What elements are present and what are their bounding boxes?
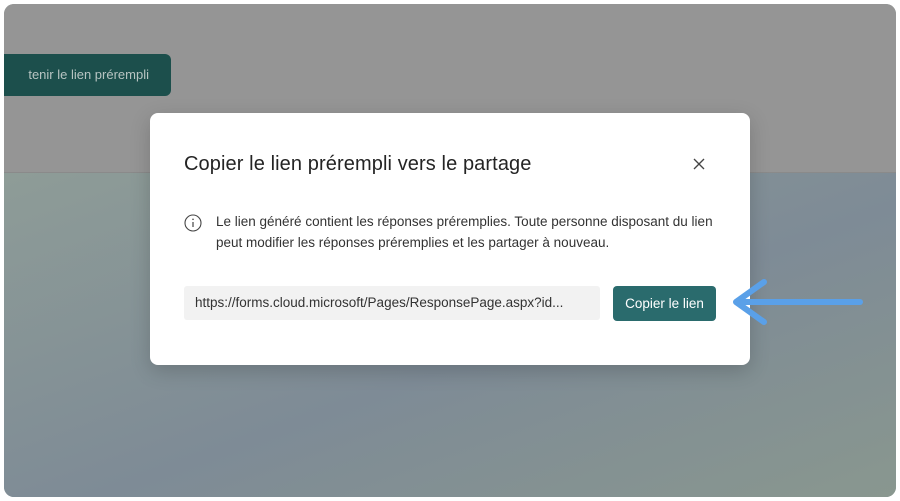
info-message: Le lien généré contient les réponses pré…	[216, 214, 713, 250]
get-prefilled-link-button[interactable]: tenir le lien prérempli	[4, 54, 171, 96]
prefilled-link-field[interactable]: https://forms.cloud.microsoft/Pages/Resp…	[184, 286, 600, 320]
arrow-left-icon	[733, 279, 863, 325]
dialog-title: Copier le lien prérempli vers le partage	[184, 153, 532, 175]
copy-prefilled-link-dialog: Copier le lien prérempli vers le partage…	[150, 113, 750, 365]
copy-link-button[interactable]: Copier le lien	[613, 286, 716, 321]
info-icon	[184, 214, 202, 232]
close-icon[interactable]	[688, 153, 710, 175]
